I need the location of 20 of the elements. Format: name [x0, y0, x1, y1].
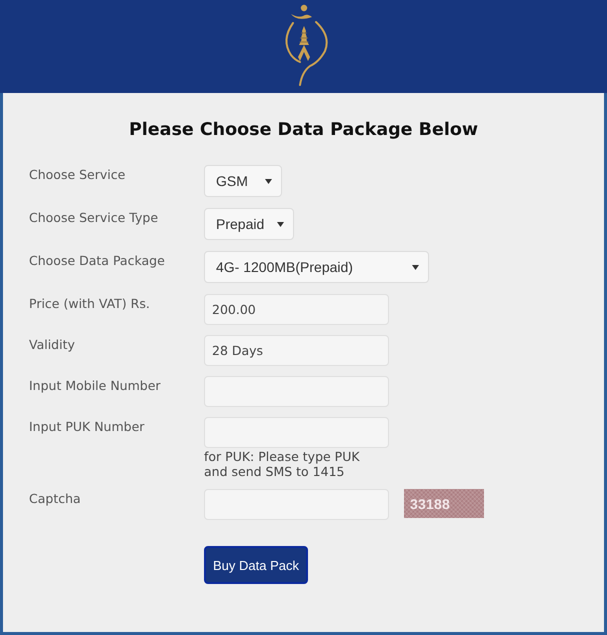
- caret-icon: [277, 222, 284, 226]
- field-label: Choose Service: [29, 166, 126, 183]
- captcha-image: 33188: [404, 489, 484, 518]
- field-label: Choose Service Type: [29, 209, 158, 226]
- caret-icon: [265, 178, 272, 184]
- input-field[interactable]: 200.00: [204, 294, 389, 325]
- field-label: Validity: [29, 336, 75, 353]
- field-label: Input Mobile Number: [29, 377, 161, 394]
- buy-button[interactable]: Buy Data Pack: [204, 546, 308, 584]
- dropdown-select[interactable]: GSM: [204, 165, 282, 197]
- caret-icon: [412, 264, 419, 270]
- dropdown-select[interactable]: Prepaid: [204, 208, 294, 240]
- field-label: Captcha: [29, 490, 81, 507]
- field-label: Choose Data Package: [29, 252, 165, 269]
- field-label: Input PUK Number: [29, 418, 144, 435]
- input-field[interactable]: 28 Days: [204, 335, 389, 366]
- dropdown-select[interactable]: 4G- 1200MB(Prepaid): [204, 251, 429, 283]
- page-title: Please Choose Data Package Below: [128, 119, 480, 141]
- field-label: Price (with VAT) Rs.: [29, 295, 150, 312]
- helper-text: for PUK: Please type PUK and send SMS to 1415: [204, 449, 361, 479]
